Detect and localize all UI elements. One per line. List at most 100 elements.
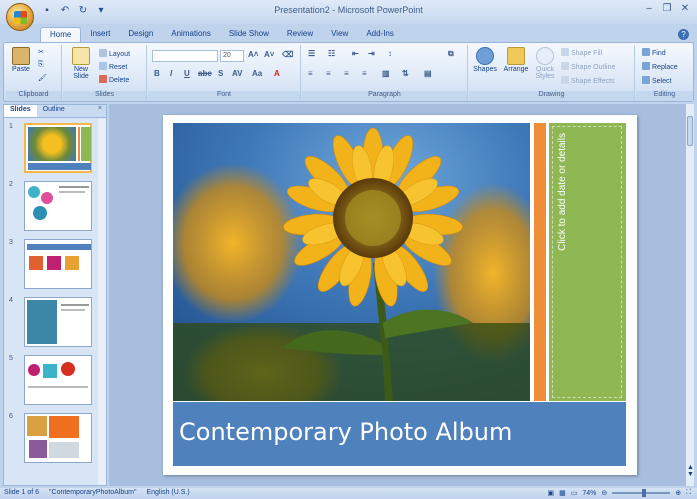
decrease-indent-button[interactable]: ⇤ bbox=[352, 49, 359, 58]
delete-button[interactable]: Delete bbox=[99, 75, 129, 84]
columns-button[interactable]: ▥ bbox=[382, 69, 390, 78]
paragraph-label: Paragraph bbox=[302, 91, 467, 101]
shape-outline-icon bbox=[561, 62, 569, 70]
tab-add-ins[interactable]: Add-Ins bbox=[357, 27, 403, 43]
vertical-scrollbar[interactable]: ▲ ▼ bbox=[685, 104, 694, 486]
fit-to-window-icon[interactable]: ⛶ bbox=[686, 489, 691, 497]
tab-design[interactable]: Design bbox=[119, 27, 162, 43]
paste-button[interactable]: Paste bbox=[9, 47, 33, 73]
bullets-button[interactable]: ☰ bbox=[308, 49, 315, 58]
reset-button[interactable]: Reset bbox=[99, 62, 127, 71]
copy-button[interactable]: ⎘ bbox=[38, 61, 44, 69]
shape-fill-button[interactable]: Shape Fill bbox=[561, 48, 602, 57]
smartart-button[interactable]: ⧉ bbox=[448, 49, 454, 59]
quick-styles-button[interactable]: Quick Styles bbox=[533, 47, 557, 80]
align-right-button[interactable]: ≡ bbox=[344, 69, 349, 78]
close-panel-icon[interactable]: × bbox=[94, 105, 106, 117]
increase-indent-button[interactable]: ⇥ bbox=[368, 49, 375, 58]
slide-canvas[interactable]: Click to add date or details Contemporar… bbox=[163, 115, 637, 475]
strikethrough-button[interactable]: abc bbox=[198, 69, 212, 78]
zoom-slider[interactable] bbox=[612, 489, 671, 497]
ribbon-tabs: Home Insert Design Animations Slide Show… bbox=[40, 27, 403, 43]
replace-button[interactable]: Replace bbox=[642, 62, 678, 71]
slide-thumbnail-1[interactable]: 1 bbox=[4, 123, 104, 175]
restore-icon[interactable]: ❐ bbox=[661, 3, 673, 14]
arrange-button[interactable]: Arrange bbox=[501, 47, 531, 73]
ribbon: Paste ✂ ⎘ 🖌 Clipboard New Slide Layout R… bbox=[3, 42, 694, 102]
slide-thumbnail-3[interactable]: 3 bbox=[4, 239, 104, 291]
tab-outline[interactable]: Outline bbox=[37, 105, 71, 117]
date-placeholder[interactable]: Click to add date or details bbox=[552, 123, 572, 401]
tab-slides[interactable]: Slides bbox=[4, 105, 37, 117]
scroll-thumb[interactable] bbox=[687, 116, 693, 146]
close-icon[interactable]: ✕ bbox=[679, 3, 691, 14]
font-size-field[interactable]: 20 bbox=[220, 50, 244, 62]
align-left-button[interactable]: ≡ bbox=[308, 69, 313, 78]
slide-show-icon[interactable]: ▭ bbox=[571, 489, 578, 497]
tab-slide-show[interactable]: Slide Show bbox=[220, 27, 278, 43]
text-direction-button[interactable]: ⇅ bbox=[402, 69, 409, 78]
font-name-field[interactable] bbox=[152, 50, 218, 62]
thumb-image bbox=[24, 123, 92, 173]
tab-home[interactable]: Home bbox=[40, 27, 82, 43]
shrink-font-button[interactable]: A˅ bbox=[264, 50, 274, 59]
slide-nav-icon[interactable]: ▲ ▼ bbox=[686, 464, 695, 478]
change-case-button[interactable]: Aa bbox=[252, 69, 262, 78]
shape-outline-button[interactable]: Shape Outline bbox=[561, 62, 615, 71]
zoom-level[interactable]: 74% bbox=[582, 490, 596, 497]
zoom-in-icon[interactable]: ⊕ bbox=[675, 489, 681, 497]
tab-insert[interactable]: Insert bbox=[81, 27, 119, 43]
align-text-button[interactable]: ▤ bbox=[424, 69, 432, 78]
shape-effects-button[interactable]: Shape Effects bbox=[561, 76, 614, 85]
slides-label: Slides bbox=[63, 91, 146, 101]
clear-formatting-button[interactable]: ⌫ bbox=[282, 50, 293, 59]
slide-sorter-icon[interactable]: ▦ bbox=[559, 489, 566, 497]
tab-view[interactable]: View bbox=[322, 27, 357, 43]
drawing-group: Shapes Arrange Quick Styles Shape Fill S… bbox=[469, 45, 635, 101]
title-placeholder[interactable]: Contemporary Photo Album bbox=[173, 402, 626, 466]
tab-animations[interactable]: Animations bbox=[162, 27, 220, 43]
thumb-image bbox=[24, 355, 92, 405]
select-button[interactable]: Select bbox=[642, 76, 671, 85]
justify-button[interactable]: ≡ bbox=[362, 69, 367, 78]
slide-thumbnail-5[interactable]: 5 bbox=[4, 355, 104, 407]
grow-font-button[interactable]: A˄ bbox=[248, 50, 258, 59]
thumb-number: 3 bbox=[9, 239, 13, 246]
italic-button[interactable]: I bbox=[170, 69, 172, 78]
shadow-button[interactable]: S bbox=[218, 69, 223, 78]
sunflower-photo[interactable] bbox=[173, 123, 530, 401]
font-color-button[interactable]: A bbox=[274, 69, 280, 78]
tab-review[interactable]: Review bbox=[278, 27, 322, 43]
numbering-button[interactable]: ☷ bbox=[328, 49, 335, 58]
thumb-number: 5 bbox=[9, 355, 13, 362]
bold-button[interactable]: B bbox=[154, 69, 160, 78]
zoom-slider-knob[interactable] bbox=[642, 489, 647, 497]
layout-button[interactable]: Layout bbox=[99, 49, 130, 58]
shapes-button[interactable]: Shapes bbox=[471, 47, 499, 73]
underline-button[interactable]: U bbox=[184, 69, 190, 78]
panel-scrollbar[interactable] bbox=[98, 119, 106, 485]
spacing-button[interactable]: AV bbox=[232, 69, 243, 78]
slide-thumbnail-4[interactable]: 4 bbox=[4, 297, 104, 349]
date-placeholder-text: Click to add date or details bbox=[556, 133, 568, 251]
slides-panel: Slides Outline × 1 2 3 4 5 6 bbox=[3, 104, 107, 486]
zoom-out-icon[interactable]: ⊖ bbox=[601, 489, 607, 497]
format-painter-button[interactable]: 🖌 bbox=[38, 74, 47, 82]
thumb-number: 4 bbox=[9, 297, 13, 304]
thumb-image bbox=[24, 413, 92, 463]
slide-thumbnail-2[interactable]: 2 bbox=[4, 181, 104, 233]
shape-effects-icon bbox=[561, 76, 569, 84]
align-center-button[interactable]: ≡ bbox=[326, 69, 331, 78]
language-indicator[interactable]: English (U.S.) bbox=[147, 489, 190, 496]
thumb-image bbox=[24, 239, 92, 289]
help-icon[interactable]: ? bbox=[678, 29, 689, 40]
line-spacing-button[interactable]: ↕ bbox=[388, 49, 392, 58]
find-button[interactable]: Find bbox=[642, 48, 666, 57]
slide-thumbnail-6[interactable]: 6 bbox=[4, 413, 104, 465]
normal-view-icon[interactable]: ▣ bbox=[547, 489, 554, 497]
new-slide-button[interactable]: New Slide bbox=[66, 47, 96, 80]
minimize-icon[interactable]: – bbox=[643, 3, 655, 14]
office-button[interactable] bbox=[6, 3, 34, 31]
cut-button[interactable]: ✂ bbox=[38, 48, 44, 56]
sunflower-image bbox=[173, 123, 530, 401]
